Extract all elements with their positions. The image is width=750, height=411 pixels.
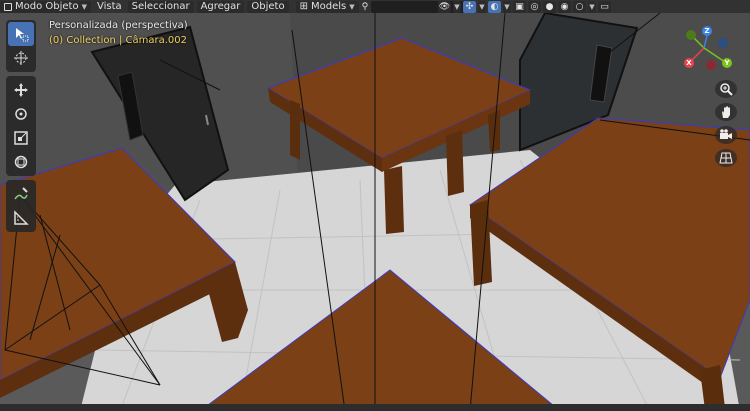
- chevron-down-icon: ▼: [349, 2, 355, 11]
- transform-tool[interactable]: [8, 150, 34, 174]
- shading-solid-icon[interactable]: ●: [543, 0, 556, 13]
- menu-agregar[interactable]: Agregar: [196, 0, 245, 13]
- chevron-down-icon[interactable]: ▼: [588, 0, 596, 13]
- orientation-label: Models: [310, 0, 347, 12]
- mode-selector[interactable]: Modo Objeto ▼: [0, 0, 91, 13]
- scale-tool[interactable]: [8, 126, 34, 150]
- annotate-tool[interactable]: [8, 182, 34, 206]
- rotate-tool[interactable]: [8, 102, 34, 126]
- perspective-grid-icon[interactable]: [715, 149, 737, 167]
- shading-wireframe-icon[interactable]: ◎: [528, 0, 541, 13]
- move-tool[interactable]: [8, 78, 34, 102]
- 3d-viewport[interactable]: Modo Objeto ▼ Vista Seleccionar Agregar …: [0, 0, 750, 411]
- select-box-tool[interactable]: [8, 22, 34, 46]
- gizmo-x-axis[interactable]: X: [684, 58, 694, 68]
- tool-shelf: [6, 20, 36, 236]
- viewport-header: Modo Objeto ▼ Vista Seleccionar Agregar …: [0, 0, 750, 13]
- gizmo-toggle-icon[interactable]: ✣: [463, 0, 476, 13]
- tool-group-transform: [6, 76, 36, 176]
- annotate-icon: [14, 187, 28, 200]
- sidebar-toggle-icon[interactable]: ▭: [598, 0, 611, 13]
- navigation-gizmo[interactable]: Z X Y: [680, 26, 742, 74]
- chevron-down-icon[interactable]: ▼: [503, 0, 511, 13]
- visibility-icon[interactable]: 👁: [438, 0, 451, 13]
- menu-seleccionar[interactable]: Seleccionar: [127, 0, 194, 13]
- tool-group-select: [6, 20, 36, 72]
- menu-vista[interactable]: Vista: [94, 1, 125, 13]
- gizmo-z-negative[interactable]: [718, 38, 728, 48]
- object-mode-icon: [4, 2, 12, 11]
- move-icon: [14, 83, 28, 97]
- menu-objeto[interactable]: Objeto: [247, 0, 289, 13]
- transform-icon: [14, 155, 28, 169]
- orientation-selector[interactable]: ⊞ Models ▼: [295, 0, 359, 13]
- cursor-tool[interactable]: [8, 46, 34, 70]
- scale-icon: [14, 131, 28, 145]
- chevron-down-icon[interactable]: ▼: [453, 0, 461, 13]
- camera-view-icon[interactable]: [715, 126, 737, 144]
- gizmo-z-axis[interactable]: Z: [702, 26, 712, 36]
- view-title: Personalizada (perspectiva): [49, 20, 188, 31]
- cursor-icon: [14, 51, 28, 65]
- measure-tool[interactable]: [8, 206, 34, 230]
- tool-group-annotate: [6, 180, 36, 232]
- chevron-down-icon: ▼: [81, 2, 87, 11]
- pan-hand-icon[interactable]: [715, 103, 737, 121]
- gizmo-x-negative[interactable]: [706, 60, 716, 70]
- select-box-icon: [16, 28, 29, 42]
- rotate-icon: [15, 108, 27, 120]
- header-right-tools: 👁 ▼ ✣ ▼ ◐ ▼ ▣ ◎ ● ◉ ○ ▼ ▭: [438, 0, 611, 13]
- gizmo-y-axis[interactable]: Y: [722, 58, 732, 68]
- shading-material-icon[interactable]: ◉: [558, 0, 571, 13]
- measure-icon: [14, 210, 29, 225]
- navigation-buttons: [715, 80, 737, 167]
- mode-label: Modo Objeto: [15, 0, 79, 12]
- orientation-icon: ⊞: [299, 0, 308, 12]
- xray-icon[interactable]: ▣: [513, 0, 526, 13]
- zoom-icon[interactable]: [715, 80, 737, 98]
- overlay-toggle-icon[interactable]: ◐: [488, 0, 501, 13]
- collection-info: (0) Collection | Câmara.002: [49, 35, 188, 46]
- link-icon[interactable]: ⚲: [362, 2, 369, 12]
- chevron-down-icon[interactable]: ▼: [478, 0, 486, 13]
- shading-rendered-icon[interactable]: ○: [573, 0, 586, 13]
- scene-render[interactable]: [0, 0, 750, 411]
- status-bar: [0, 404, 750, 411]
- gizmo-y-negative[interactable]: [686, 30, 696, 40]
